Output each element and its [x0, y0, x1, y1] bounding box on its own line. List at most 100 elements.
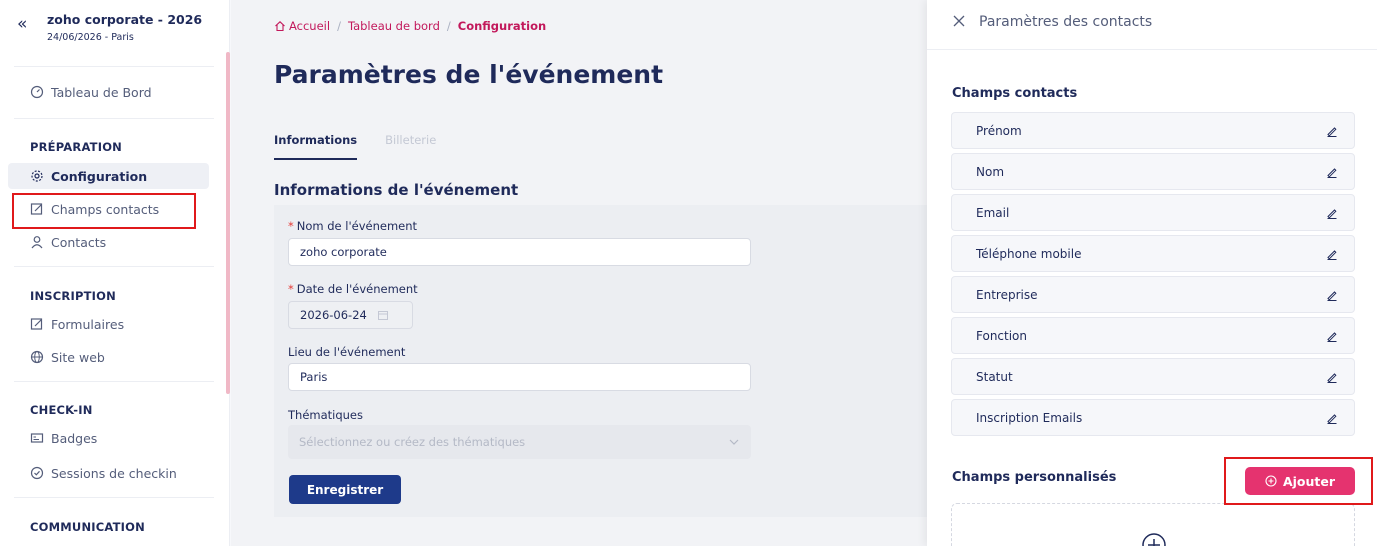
field-name: Inscription Emails: [976, 410, 1083, 425]
custom-fields-dropzone[interactable]: [951, 503, 1355, 546]
sidebar-item-configuration[interactable]: Configuration: [8, 163, 209, 189]
check-circle-icon: [30, 466, 44, 480]
event-name-label: * Nom de l'événement: [288, 219, 417, 233]
drawer-header: Paramètres des contacts: [927, 0, 1377, 50]
contact-field-row[interactable]: Inscription Emails: [951, 399, 1355, 436]
page-title: Paramètres de l'événement: [274, 60, 664, 89]
contact-field-row[interactable]: Prénom: [951, 112, 1355, 149]
main-content: Accueil / Tableau de bord / Configuratio…: [231, 0, 927, 546]
dashboard-gauge-icon: [30, 85, 44, 99]
breadcrumb-separator: /: [446, 19, 451, 33]
select-placeholder: Sélectionnez ou créez des thématiques: [299, 435, 526, 449]
contact-fields-title: Champs contacts: [952, 86, 1078, 101]
themes-select[interactable]: Sélectionnez ou créez des thématiques: [288, 425, 751, 459]
sidebar-item-label: Site web: [51, 349, 105, 365]
sidebar-item-contacts[interactable]: Contacts: [8, 229, 209, 255]
edit-pencil-icon[interactable]: [1326, 289, 1338, 301]
section-inscription: INSCRIPTION: [30, 289, 116, 303]
user-icon: [31, 236, 43, 249]
field-name: Prénom: [976, 123, 1022, 138]
edit-pencil-icon[interactable]: [1326, 248, 1338, 260]
home-icon[interactable]: [274, 20, 286, 32]
divider: [14, 266, 214, 267]
breadcrumb: Accueil / Tableau de bord / Configuratio…: [274, 19, 546, 33]
sidebar-header: « zoho corporate - 2026 24/06/2026 - Par…: [0, 0, 230, 62]
field-name: Entreprise: [976, 287, 1038, 302]
event-place-label: Lieu de l'événement: [288, 345, 406, 359]
drawer-title: Paramètres des contacts: [979, 14, 1153, 30]
section-communication: COMMUNICATION: [30, 520, 145, 534]
sidebar-item-label: Badges: [51, 430, 98, 446]
input-value: zoho corporate: [300, 245, 387, 259]
tab-informations[interactable]: Informations: [274, 133, 358, 160]
sidebar-item-label: Contacts: [51, 234, 107, 250]
globe-icon: [30, 350, 44, 364]
section-preparation: PRÉPARATION: [30, 140, 122, 154]
event-place-input[interactable]: Paris: [288, 363, 751, 391]
contact-field-row[interactable]: Entreprise: [951, 276, 1355, 313]
badge-icon: [30, 433, 44, 443]
contact-field-row[interactable]: Email: [951, 194, 1355, 231]
custom-fields-title: Champs personnalisés: [952, 470, 1117, 485]
divider: [14, 381, 214, 382]
input-value: 2026-06-24: [300, 308, 367, 322]
label-text: Date de l'événement: [296, 282, 418, 296]
divider: [14, 497, 214, 498]
label-text: Nom de l'événement: [296, 219, 418, 233]
tab-billeterie[interactable]: Billeterie: [385, 133, 436, 160]
sidebar-item-label: Tableau de Bord: [51, 84, 152, 100]
tabs: Informations Billeterie: [274, 133, 436, 160]
section-title: Informations de l'événement: [274, 181, 519, 199]
divider: [14, 66, 214, 67]
close-icon[interactable]: [952, 14, 966, 28]
required-marker: *: [288, 282, 294, 296]
edit-pencil-icon[interactable]: [1326, 412, 1338, 424]
contact-field-row[interactable]: Nom: [951, 153, 1355, 190]
sidebar-item-badges[interactable]: Badges: [8, 425, 209, 451]
themes-label: Thématiques: [288, 408, 363, 422]
sidebar-item-label: Configuration: [51, 168, 148, 184]
input-value: Paris: [300, 370, 328, 384]
sidebar-item-label: Sessions de checkin: [51, 465, 177, 481]
breadcrumb-home[interactable]: Accueil: [289, 19, 330, 33]
plus-circle-icon[interactable]: [1141, 532, 1167, 546]
event-name-input[interactable]: zoho corporate: [288, 238, 751, 266]
sidebar: « zoho corporate - 2026 24/06/2026 - Par…: [0, 0, 230, 546]
save-button[interactable]: Enregistrer: [289, 475, 401, 504]
field-name: Fonction: [976, 328, 1028, 343]
collapse-sidebar-icon[interactable]: «: [17, 14, 27, 34]
contact-field-row[interactable]: Fonction: [951, 317, 1355, 354]
sidebar-item-site-web[interactable]: Site web: [8, 344, 209, 370]
sidebar-item-label: Formulaires: [51, 316, 125, 332]
required-marker: *: [288, 219, 294, 233]
chevron-down-icon: [729, 439, 739, 445]
edit-pencil-icon[interactable]: [1326, 207, 1338, 219]
section-checkin: CHECK-IN: [30, 403, 93, 417]
contact-field-row[interactable]: Téléphone mobile: [951, 235, 1355, 272]
event-date-picker[interactable]: 2026-06-24: [288, 301, 413, 329]
sidebar-item-dashboard[interactable]: Tableau de Bord: [8, 79, 209, 105]
event-name: zoho corporate - 2026: [47, 12, 203, 27]
breadcrumb-dashboard[interactable]: Tableau de bord: [348, 19, 440, 33]
edit-pencil-icon[interactable]: [1326, 125, 1338, 137]
edit-form-icon: [30, 318, 43, 330]
calendar-icon: [377, 311, 388, 320]
edit-pencil-icon[interactable]: [1326, 166, 1338, 178]
edit-pencil-icon[interactable]: [1326, 330, 1338, 342]
field-name: Email: [976, 205, 1010, 220]
sidebar-scrollbar[interactable]: [226, 52, 230, 394]
sidebar-item-formulaires[interactable]: Formulaires: [8, 311, 209, 337]
event-meta: 24/06/2026 - Paris: [47, 32, 134, 43]
gear-icon: [31, 170, 43, 182]
highlight-box-add-button: [1224, 457, 1373, 505]
breadcrumb-current: Configuration: [457, 19, 547, 33]
field-name: Téléphone mobile: [976, 246, 1082, 261]
breadcrumb-separator: /: [337, 19, 341, 33]
field-name: Nom: [976, 164, 1005, 179]
sidebar-item-sessions[interactable]: Sessions de checkin: [8, 460, 209, 486]
edit-pencil-icon[interactable]: [1326, 371, 1338, 383]
event-date-label: * Date de l'événement: [288, 282, 418, 296]
highlight-box-champs-contacts: [12, 193, 196, 229]
contact-field-row[interactable]: Statut: [951, 358, 1355, 395]
divider: [14, 118, 214, 119]
